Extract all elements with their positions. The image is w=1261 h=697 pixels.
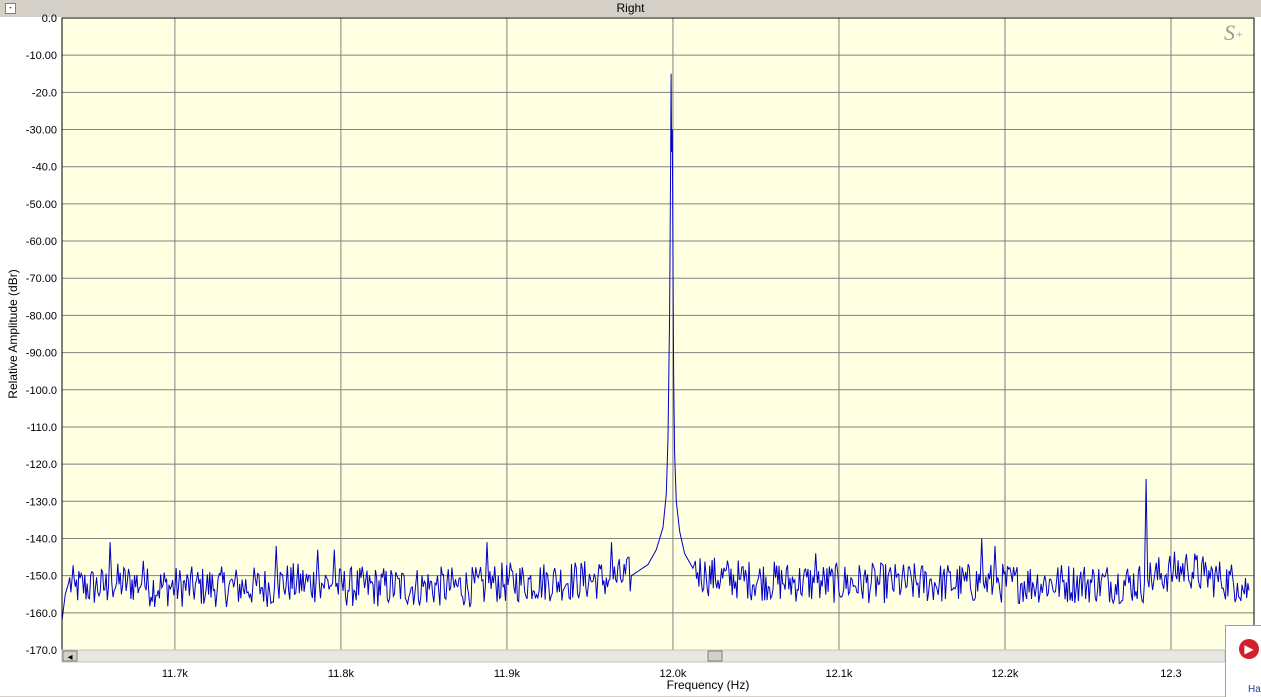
y-tick-label: -30.00 [26, 125, 57, 137]
play-circle-icon[interactable]: ▶ [1239, 639, 1259, 659]
y-tick-label: -140.0 [26, 533, 57, 545]
y-tick-label: -160.0 [26, 608, 57, 620]
y-tick-label: -100.0 [26, 385, 57, 397]
x-tick-label: 11.7k [162, 668, 189, 680]
scroll-left-arrow-icon: ◂ [67, 652, 72, 663]
y-tick-label: -40.0 [32, 162, 57, 174]
y-tick-label: -90.00 [26, 348, 57, 360]
y-tick-label: 0.0 [42, 13, 57, 25]
y-tick-label: -120.0 [26, 459, 57, 471]
x-axis-label: Frequency (Hz) [667, 678, 750, 692]
horizontal-scrollbar[interactable] [61, 649, 1226, 663]
y-tick-label: -70.00 [26, 273, 57, 285]
x-tick-label: 11.9k [494, 668, 521, 680]
y-tick-label: -110.0 [27, 422, 57, 434]
y-tick-label: -150.0 [26, 571, 57, 583]
y-tick-label: -60.00 [26, 236, 57, 248]
spectrum-chart: 0.0 -10.00 -20.0 -30.00 -40.0 -50.00 -60.00 -70… [6, 13, 1255, 692]
x-tick-label: 12.3 [1160, 668, 1181, 680]
plot-area [62, 18, 1254, 650]
x-tick-label: 12.2k [992, 668, 1019, 680]
y-tick-label: -10.00 [26, 50, 57, 62]
y-tick-label: -130.0 [26, 496, 57, 508]
spectrum-window: - Right 0.0 -10.00 -20.0 -30.00 -40.0 -50.00-… [0, 0, 1261, 697]
y-axis-label: Relative Amplitude (dBr) [6, 269, 20, 398]
y-tick-label: -50.00 [26, 199, 57, 211]
y-tick-label: -170.0 [26, 645, 57, 657]
corner-label: Ha [1248, 684, 1261, 695]
scrollbar-thumb[interactable] [707, 650, 723, 662]
y-tick-label: -80.00 [26, 310, 57, 322]
x-tick-label: 12.1k [825, 668, 852, 680]
s-plus-watermark-icon: S+ [1224, 20, 1243, 46]
watermark-s: S [1224, 20, 1235, 45]
x-tick-label: 11.8k [328, 668, 355, 680]
y-tick-label: -20.0 [32, 87, 57, 99]
watermark-plus: + [1235, 27, 1244, 41]
corner-widget[interactable]: ▶ Ha [1225, 625, 1261, 697]
